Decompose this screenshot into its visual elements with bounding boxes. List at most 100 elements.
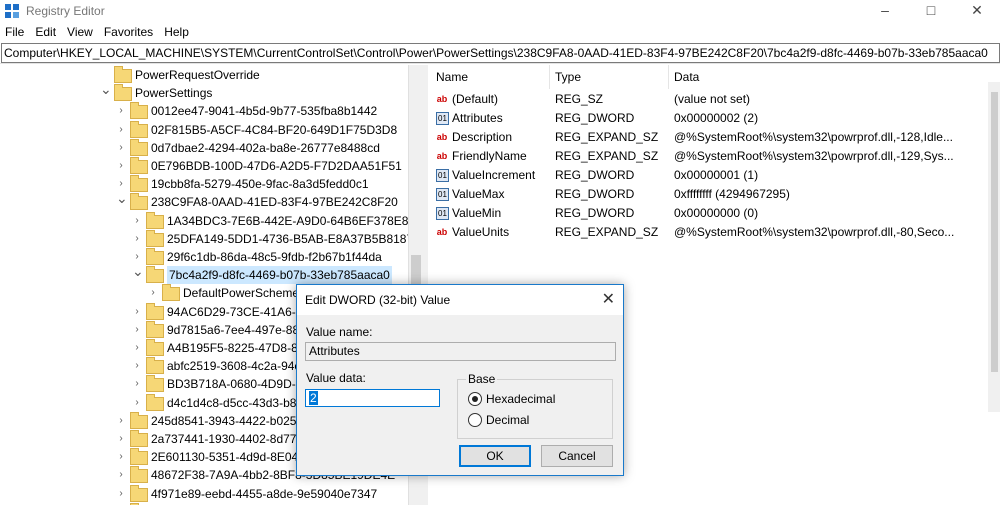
chevron-right-icon[interactable]: › bbox=[116, 485, 126, 503]
folder-icon bbox=[146, 339, 164, 356]
tree-item[interactable]: › 29f6c1db-86da-48c5-9fdb-f2b67b1f44da bbox=[0, 248, 408, 266]
column-header-type[interactable]: Type bbox=[549, 65, 669, 89]
chevron-right-icon[interactable]: › bbox=[132, 212, 142, 230]
tree-item[interactable]: › 25DFA149-5DD1-4736-B5AB-E8A37B5B8187 bbox=[0, 229, 413, 248]
minimize-button[interactable]: – bbox=[862, 0, 908, 22]
folder-icon bbox=[146, 357, 164, 375]
menu-help[interactable]: Help bbox=[159, 22, 195, 39]
chevron-right-icon[interactable]: › bbox=[132, 321, 142, 339]
tree-item[interactable]: › 1A34BDC3-7E6B-442E-A9D0-64B6EF378E84 bbox=[0, 211, 415, 230]
menu-edit[interactable]: Edit bbox=[30, 22, 62, 39]
chevron-right-icon[interactable]: › bbox=[116, 139, 126, 157]
folder-icon bbox=[146, 375, 164, 393]
value-row[interactable]: ab (Default) REG_SZ (value not set) bbox=[430, 90, 990, 109]
list-scrollbar-thumb[interactable] bbox=[991, 92, 998, 372]
hexadecimal-radio[interactable] bbox=[468, 392, 482, 406]
tree-item-label: 0d7dbae2-4294-402a-ba8e-26777e8488cd bbox=[151, 140, 380, 155]
string-value-icon: ab bbox=[436, 94, 448, 104]
column-header-data[interactable]: Data bbox=[668, 65, 974, 89]
folder-icon bbox=[130, 484, 148, 502]
maximize-button[interactable]: □ bbox=[908, 0, 954, 22]
value-data: @%SystemRoot%\system32\powrprof.dll,-80,… bbox=[674, 225, 955, 239]
chevron-right-icon[interactable]: › bbox=[116, 448, 126, 466]
tree-item[interactable]: ⌄ 7bc4a2f9-d8fc-4469-b07b-33eb785aaca0 bbox=[0, 263, 408, 285]
dword-value-icon: 01 bbox=[436, 207, 449, 220]
chevron-right-icon[interactable]: › bbox=[116, 466, 126, 484]
value-type: REG_DWORD bbox=[555, 111, 635, 125]
chevron-down-icon[interactable]: ⌄ bbox=[132, 262, 144, 280]
tree-item-label: PowerSettings bbox=[135, 86, 213, 101]
value-row[interactable]: 01 ValueMin REG_DWORD 0x00000000 (0) bbox=[430, 204, 990, 223]
string-value-icon: ab bbox=[436, 151, 448, 161]
chevron-right-icon[interactable]: › bbox=[116, 102, 126, 120]
value-row[interactable]: 01 ValueIncrement REG_DWORD 0x00000001 (1) bbox=[430, 166, 990, 185]
menu-view[interactable]: View bbox=[62, 22, 99, 39]
dword-value-icon: 01 bbox=[436, 188, 449, 201]
value-row[interactable]: 01 Attributes REG_DWORD 0x00000002 (2) bbox=[430, 109, 990, 128]
column-header-name[interactable]: Name bbox=[430, 65, 550, 89]
value-name: (Default) bbox=[452, 92, 499, 106]
value-row[interactable]: ab Description REG_EXPAND_SZ @%SystemRoot%\… bbox=[430, 128, 990, 147]
chevron-right-icon[interactable]: › bbox=[132, 394, 142, 412]
chevron-right-icon[interactable]: › bbox=[116, 430, 126, 448]
tree-item[interactable]: › 0012ee47-9041-4b5d-9b77-535fba8b1442 bbox=[0, 102, 408, 120]
dialog-title: Edit DWORD (32-bit) Value bbox=[305, 293, 451, 307]
tree-item-label: 29f6c1db-86da-48c5-9fdb-f2b67b1f44da bbox=[167, 250, 382, 264]
chevron-down-icon[interactable]: ⌄ bbox=[100, 80, 112, 98]
list-scrollbar[interactable] bbox=[988, 82, 1000, 412]
value-name: FriendlyName bbox=[452, 149, 527, 163]
chevron-right-icon[interactable]: › bbox=[116, 412, 126, 430]
tree-item[interactable]: › 0E796BDB-100D-47D6-A2D5-F7D2DAA51F51 bbox=[0, 157, 408, 175]
ok-button[interactable]: OK bbox=[459, 445, 531, 467]
value-row[interactable]: ab FriendlyName REG_EXPAND_SZ @%SystemRoot%… bbox=[430, 147, 990, 166]
tree-item[interactable]: › 02F815B5-A5CF-4C84-BF20-649D1F75D3D8 bbox=[0, 120, 408, 139]
dialog-close-icon[interactable]: ✕ bbox=[602, 289, 615, 309]
value-row[interactable]: ab ValueUnits REG_EXPAND_SZ @%SystemRoot%\s… bbox=[430, 223, 990, 242]
value-data-text: 2 bbox=[309, 391, 318, 405]
tree-item[interactable]: › 0d7dbae2-4294-402a-ba8e-26777e8488cd bbox=[0, 138, 408, 157]
folder-icon bbox=[146, 393, 164, 411]
folder-icon bbox=[146, 320, 164, 338]
folder-icon bbox=[146, 248, 164, 265]
chevron-down-icon[interactable]: ⌄ bbox=[116, 189, 128, 207]
value-data-input[interactable]: 2 bbox=[305, 389, 440, 407]
tree-item-label: PowerRequestOverride bbox=[135, 68, 260, 82]
folder-icon bbox=[130, 193, 148, 211]
menu-file[interactable]: File bbox=[0, 22, 30, 39]
tree-item[interactable]: › 19cbb8fa-5279-450e-9fac-8a3d5fedd0c1 bbox=[0, 175, 408, 193]
tree-item[interactable]: PowerRequestOverride bbox=[0, 66, 408, 84]
chevron-right-icon[interactable]: › bbox=[148, 284, 158, 302]
tree-item-label: 0012ee47-9041-4b5d-9b77-535fba8b1442 bbox=[151, 104, 378, 119]
value-name-field: Attributes bbox=[305, 342, 616, 361]
chevron-right-icon[interactable]: › bbox=[132, 303, 142, 321]
folder-icon bbox=[130, 466, 148, 484]
menu-favorites[interactable]: Favorites bbox=[99, 22, 159, 39]
folder-icon bbox=[130, 138, 148, 156]
chevron-right-icon[interactable]: › bbox=[132, 357, 142, 375]
tree-item[interactable]: ⌄ 238C9FA8-0AAD-41ED-83F4-97BE242C8F20 bbox=[0, 190, 408, 211]
folder-icon bbox=[130, 157, 148, 174]
cancel-button[interactable]: Cancel bbox=[541, 445, 613, 467]
chevron-right-icon[interactable]: › bbox=[116, 157, 126, 175]
address-bar[interactable]: Computer\HKEY_LOCAL_MACHINE\SYSTEM\Curre… bbox=[1, 43, 1000, 63]
chevron-right-icon[interactable]: › bbox=[132, 230, 142, 248]
chevron-right-icon[interactable]: › bbox=[132, 339, 142, 357]
value-data: 0x00000002 (2) bbox=[674, 111, 759, 125]
decimal-radio[interactable] bbox=[468, 413, 482, 427]
value-name: ValueUnits bbox=[452, 225, 510, 239]
value-data: 0x00000000 (0) bbox=[674, 206, 759, 220]
close-button[interactable]: ✕ bbox=[954, 0, 1000, 22]
tree-item[interactable]: › 4f971e89-eebd-4455-a8de-9e59040e7347 bbox=[0, 484, 408, 503]
base-label: Base bbox=[466, 372, 498, 386]
value-row[interactable]: 01 ValueMax REG_DWORD 0xffffffff (429496729… bbox=[430, 185, 990, 204]
value-type: REG_DWORD bbox=[555, 187, 635, 201]
registry-editor-icon bbox=[5, 4, 19, 18]
tree-item-label: 19cbb8fa-5279-450e-9fac-8a3d5fedd0c1 bbox=[151, 177, 369, 192]
folder-icon bbox=[130, 102, 148, 120]
value-type: REG_EXPAND_SZ bbox=[555, 225, 659, 239]
chevron-right-icon[interactable]: › bbox=[116, 121, 126, 139]
hexadecimal-label[interactable]: Hexadecimal bbox=[486, 392, 555, 406]
chevron-right-icon[interactable]: › bbox=[132, 375, 142, 393]
decimal-label[interactable]: Decimal bbox=[486, 413, 529, 427]
tree-item[interactable]: ⌄ PowerSettings bbox=[0, 81, 408, 102]
